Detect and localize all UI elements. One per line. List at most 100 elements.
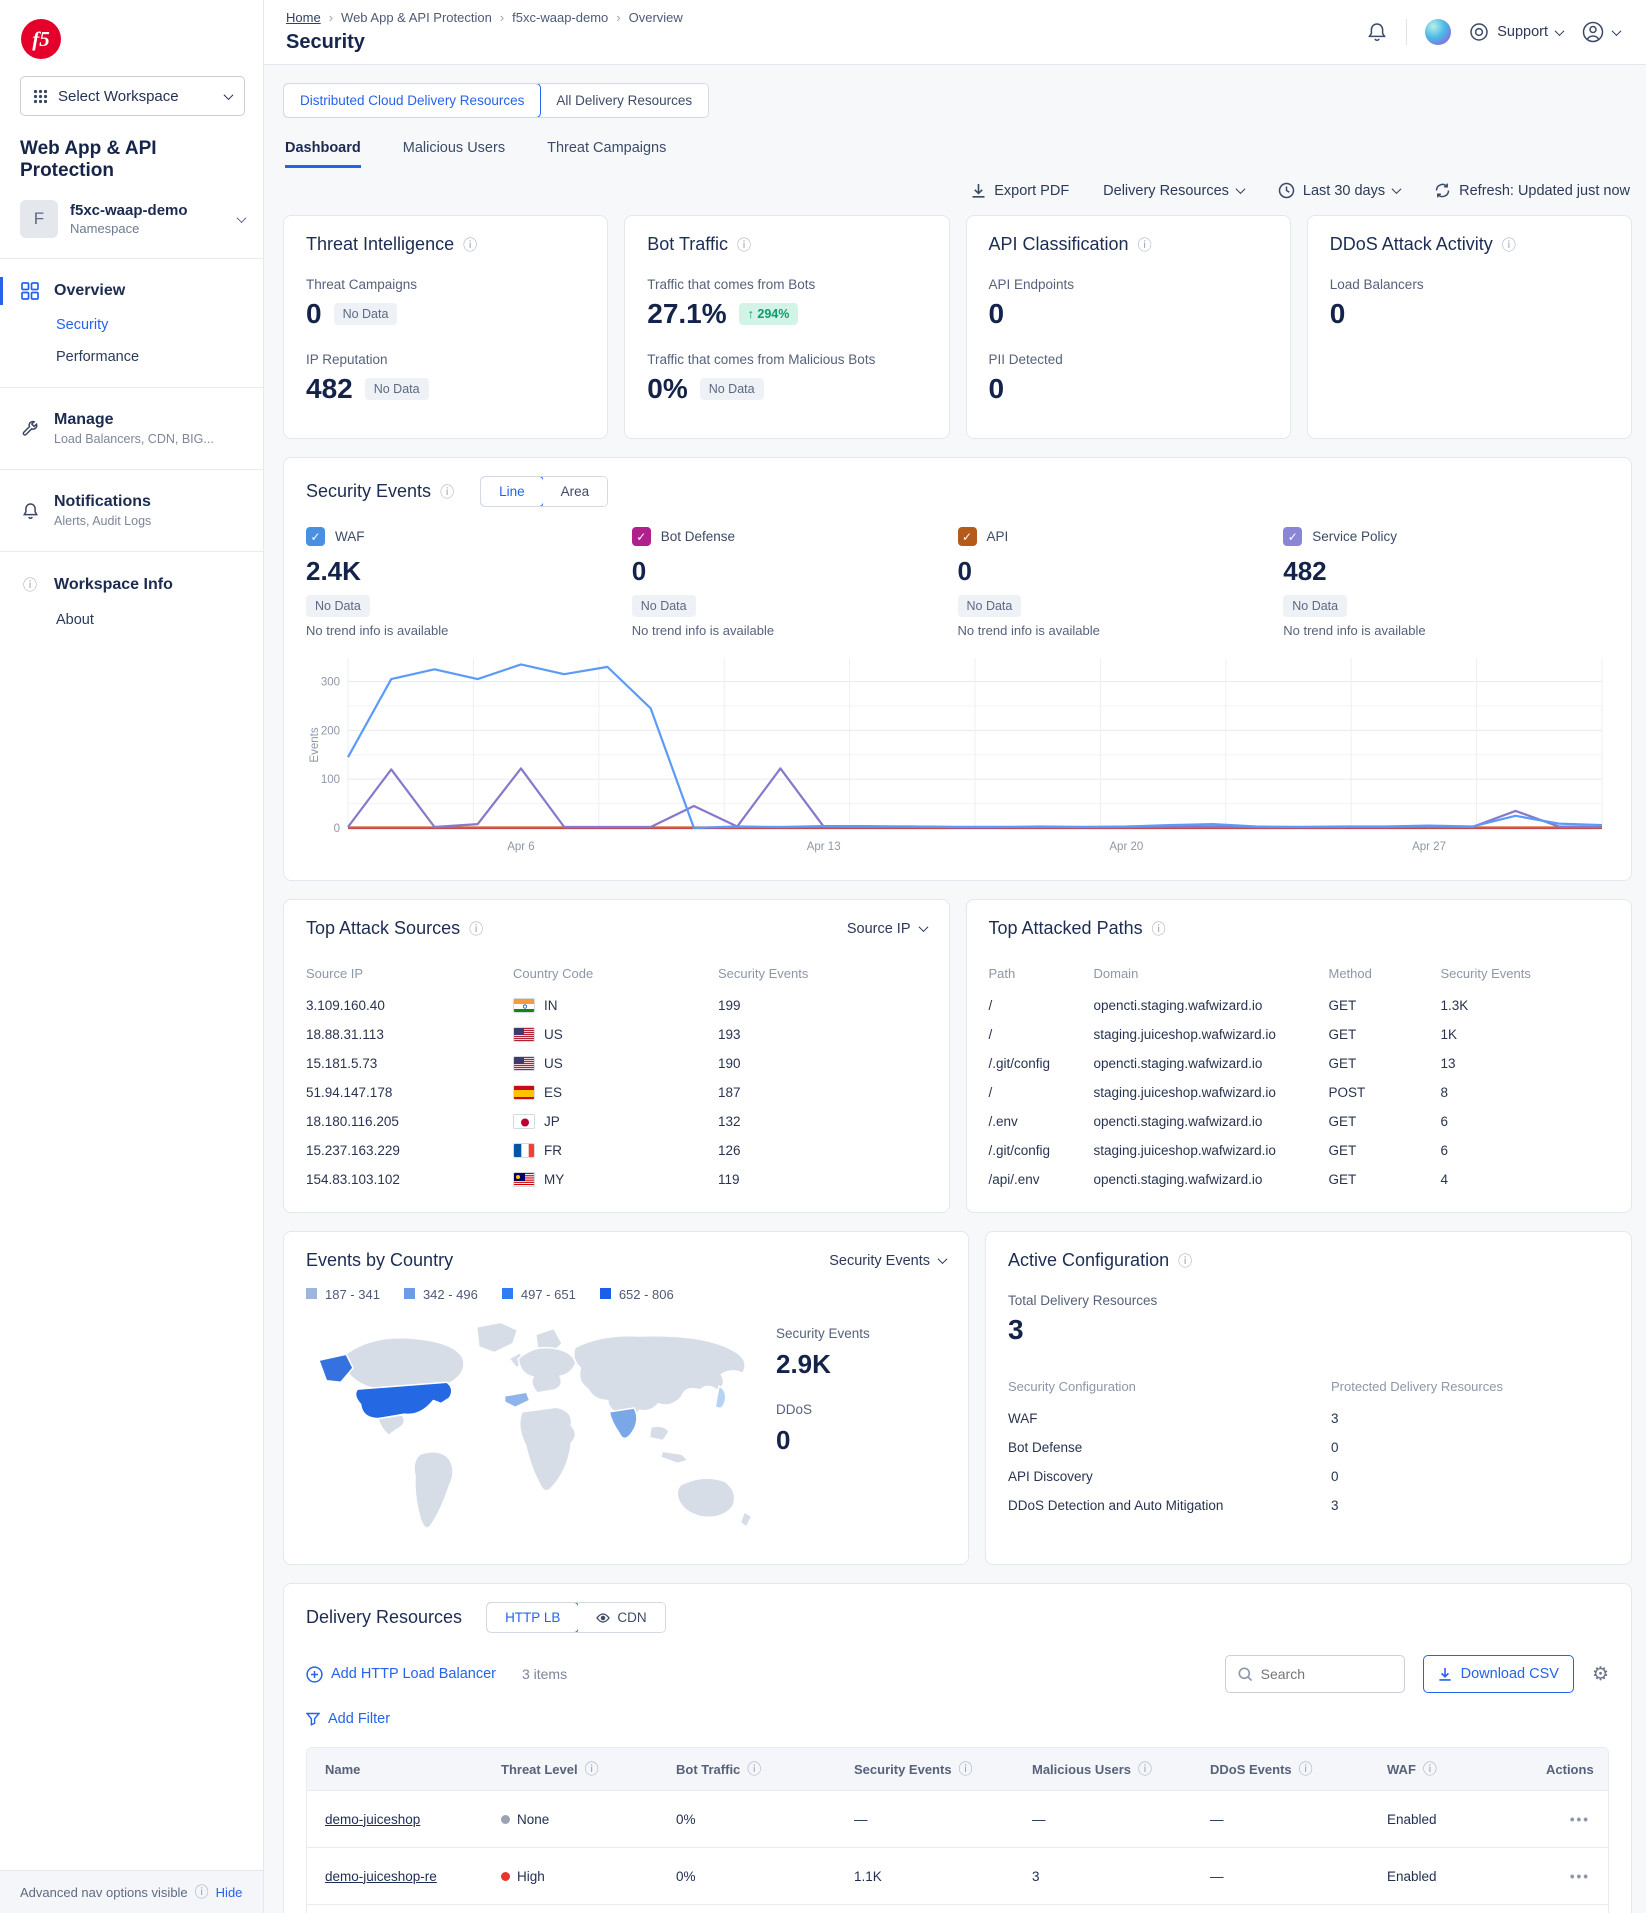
info-icon[interactable]: ⓘ bbox=[1138, 235, 1152, 255]
breadcrumb-item[interactable]: Web App & API Protection bbox=[341, 10, 492, 25]
time-range-dropdown[interactable]: Last 30 days bbox=[1278, 182, 1400, 199]
tab-dashboard[interactable]: Dashboard bbox=[285, 140, 361, 168]
table-row[interactable]: / opencti.staging.wafwizard.io GET 1.3K bbox=[989, 991, 1610, 1020]
table-row[interactable]: 18.88.31.113 US 193 bbox=[306, 1020, 927, 1049]
sidebar-item-about[interactable]: About bbox=[0, 604, 263, 636]
table-row[interactable]: 15.181.5.73 US 190 bbox=[306, 1049, 927, 1078]
info-icon[interactable]: ⓘ bbox=[585, 1759, 599, 1779]
gear-icon[interactable]: ⚙ bbox=[1592, 1663, 1609, 1686]
tab-malicious-users[interactable]: Malicious Users bbox=[403, 140, 505, 168]
metric-value: 27.1% bbox=[647, 298, 726, 330]
refresh-button[interactable]: Refresh: Updated just now bbox=[1434, 182, 1630, 199]
events-metric-dropdown[interactable]: Security Events bbox=[829, 1253, 946, 1269]
domain: opencti.staging.wafwizard.io bbox=[1094, 998, 1329, 1013]
panel-title: Security Events bbox=[306, 481, 431, 502]
world-map[interactable] bbox=[306, 1308, 776, 1546]
info-icon[interactable]: ⓘ bbox=[1152, 919, 1166, 939]
table-row[interactable]: /.git/config staging.juiceshop.wafwizard… bbox=[989, 1136, 1610, 1165]
cdn-button[interactable]: CDN bbox=[578, 1603, 664, 1632]
breadcrumb-home[interactable]: Home bbox=[286, 10, 321, 25]
mode-line-button[interactable]: Line bbox=[480, 476, 544, 507]
waf-status: Enabled bbox=[1377, 1869, 1536, 1884]
info-icon[interactable]: ⓘ bbox=[1502, 235, 1516, 255]
sidebar-item-workspace-info[interactable]: ⓘ Workspace Info bbox=[0, 566, 263, 604]
chevron-down-icon bbox=[918, 922, 928, 932]
info-icon[interactable]: ⓘ bbox=[959, 1759, 973, 1779]
sidebar-item-security[interactable]: Security bbox=[0, 309, 263, 341]
info-icon[interactable]: ⓘ bbox=[469, 919, 483, 939]
threat-intelligence-card: Threat Intelligenceⓘ Threat Campaigns 0 … bbox=[283, 215, 608, 439]
notifications-bell-icon[interactable] bbox=[1366, 21, 1388, 43]
info-icon[interactable]: ⓘ bbox=[737, 235, 751, 255]
info-icon[interactable]: ⓘ bbox=[1138, 1759, 1152, 1779]
svg-text:Apr 20: Apr 20 bbox=[1109, 841, 1143, 853]
info-icon[interactable]: ⓘ bbox=[440, 482, 454, 502]
f5-logo[interactable]: f5 bbox=[20, 18, 245, 60]
tab-threat-campaigns[interactable]: Threat Campaigns bbox=[547, 140, 666, 168]
breadcrumb-item[interactable]: f5xc-waap-demo bbox=[512, 10, 608, 25]
security-events-count: 119 bbox=[718, 1172, 927, 1187]
security-events-line-chart[interactable]: 0100200300Apr 6Apr 13Apr 20Apr 27Events bbox=[306, 652, 1612, 862]
method: GET bbox=[1329, 1172, 1441, 1187]
series-checkbox[interactable]: ✓ bbox=[306, 527, 325, 546]
security-events-count: 126 bbox=[718, 1143, 927, 1158]
bell-icon bbox=[20, 502, 40, 520]
trend-up-badge: ↑ 294% bbox=[739, 303, 799, 325]
info-icon[interactable]: ⓘ bbox=[1178, 1251, 1192, 1271]
table-row[interactable]: 3.109.160.40 IN 199 bbox=[306, 991, 927, 1020]
table-row[interactable]: 18.180.116.205 JP 132 bbox=[306, 1107, 927, 1136]
table-row[interactable]: /api/.env opencti.staging.wafwizard.io G… bbox=[989, 1165, 1610, 1194]
table-row[interactable]: /.env opencti.staging.wafwizard.io GET 6 bbox=[989, 1107, 1610, 1136]
no-data-badge: No Data bbox=[306, 595, 370, 617]
resource-name-link[interactable]: demo-juiceshop-re bbox=[325, 1869, 437, 1884]
info-icon[interactable]: ⓘ bbox=[1299, 1759, 1313, 1779]
toggle-distributed-cloud[interactable]: Distributed Cloud Delivery Resources bbox=[283, 83, 541, 118]
chevron-down-icon bbox=[237, 213, 247, 223]
table-row[interactable]: /.git/config opencti.staging.wafwizard.i… bbox=[989, 1049, 1610, 1078]
namespace-selector[interactable]: F f5xc-waap-demo Namespace bbox=[20, 200, 245, 258]
sidebar-item-overview[interactable]: Overview bbox=[0, 273, 263, 309]
download-csv-button[interactable]: Download CSV bbox=[1423, 1655, 1574, 1693]
add-http-lb-button[interactable]: Add HTTP Load Balancer bbox=[306, 1666, 496, 1683]
series-checkbox[interactable]: ✓ bbox=[632, 527, 651, 546]
table-row[interactable]: 51.94.147.178 ES 187 bbox=[306, 1078, 927, 1107]
support-menu[interactable]: Support bbox=[1469, 22, 1563, 42]
resource-name-link[interactable]: demo-juiceshop bbox=[325, 1812, 420, 1827]
info-icon[interactable]: ⓘ bbox=[747, 1759, 761, 1779]
delivery-resources-dropdown[interactable]: Delivery Resources bbox=[1103, 183, 1244, 199]
namespace-avatar: F bbox=[20, 200, 58, 238]
info-icon[interactable]: ⓘ bbox=[463, 235, 477, 255]
no-data-badge: No Data bbox=[1283, 595, 1347, 617]
source-ip-dropdown[interactable]: Source IP bbox=[847, 921, 927, 937]
toggle-all-delivery[interactable]: All Delivery Resources bbox=[540, 84, 708, 117]
country-flag-US bbox=[513, 1056, 535, 1071]
no-data-badge: No Data bbox=[632, 595, 696, 617]
attacked-paths-table: PathDomainMethodSecurity Events / openct… bbox=[989, 959, 1610, 1194]
mode-area-button[interactable]: Area bbox=[543, 477, 608, 506]
table-row[interactable]: 154.83.103.102 MY 119 bbox=[306, 1165, 927, 1194]
series-checkbox[interactable]: ✓ bbox=[958, 527, 977, 546]
table-row[interactable]: / staging.juiceshop.wafwizard.io GET 1K bbox=[989, 1020, 1610, 1049]
http-lb-button[interactable]: HTTP LB bbox=[486, 1602, 579, 1633]
sidebar-item-manage[interactable]: Manage Load Balancers, CDN, BIG... bbox=[0, 402, 263, 455]
security-events-count: 193 bbox=[718, 1027, 927, 1042]
search-input[interactable] bbox=[1261, 1666, 1381, 1682]
row-actions-menu[interactable]: ••• bbox=[1536, 1812, 1600, 1827]
row-actions-menu[interactable]: ••• bbox=[1536, 1869, 1600, 1884]
sidebar-item-notifications[interactable]: Notifications Alerts, Audit Logs bbox=[0, 484, 263, 537]
ai-assistant-orb-icon[interactable] bbox=[1425, 19, 1451, 45]
export-pdf-button[interactable]: Export PDF bbox=[971, 183, 1069, 199]
sidebar-item-performance[interactable]: Performance bbox=[0, 341, 263, 373]
search-box[interactable] bbox=[1225, 1655, 1405, 1693]
info-icon[interactable]: ⓘ bbox=[1423, 1759, 1437, 1779]
items-count: 3 items bbox=[522, 1666, 567, 1682]
bot-traffic-card: Bot Trafficⓘ Traffic that comes from Bot… bbox=[624, 215, 949, 439]
add-filter-button[interactable]: Add Filter bbox=[306, 1711, 1609, 1727]
series-checkbox[interactable]: ✓ bbox=[1283, 527, 1302, 546]
account-menu[interactable] bbox=[1581, 20, 1620, 44]
security-events-legend: ✓ WAF 2.4K No Data No trend info is avai… bbox=[306, 527, 1609, 638]
workspace-selector[interactable]: Select Workspace bbox=[20, 76, 245, 116]
hide-link[interactable]: Hide bbox=[216, 1885, 243, 1900]
table-row[interactable]: 15.237.163.229 FR 126 bbox=[306, 1136, 927, 1165]
table-row[interactable]: / staging.juiceshop.wafwizard.io POST 8 bbox=[989, 1078, 1610, 1107]
